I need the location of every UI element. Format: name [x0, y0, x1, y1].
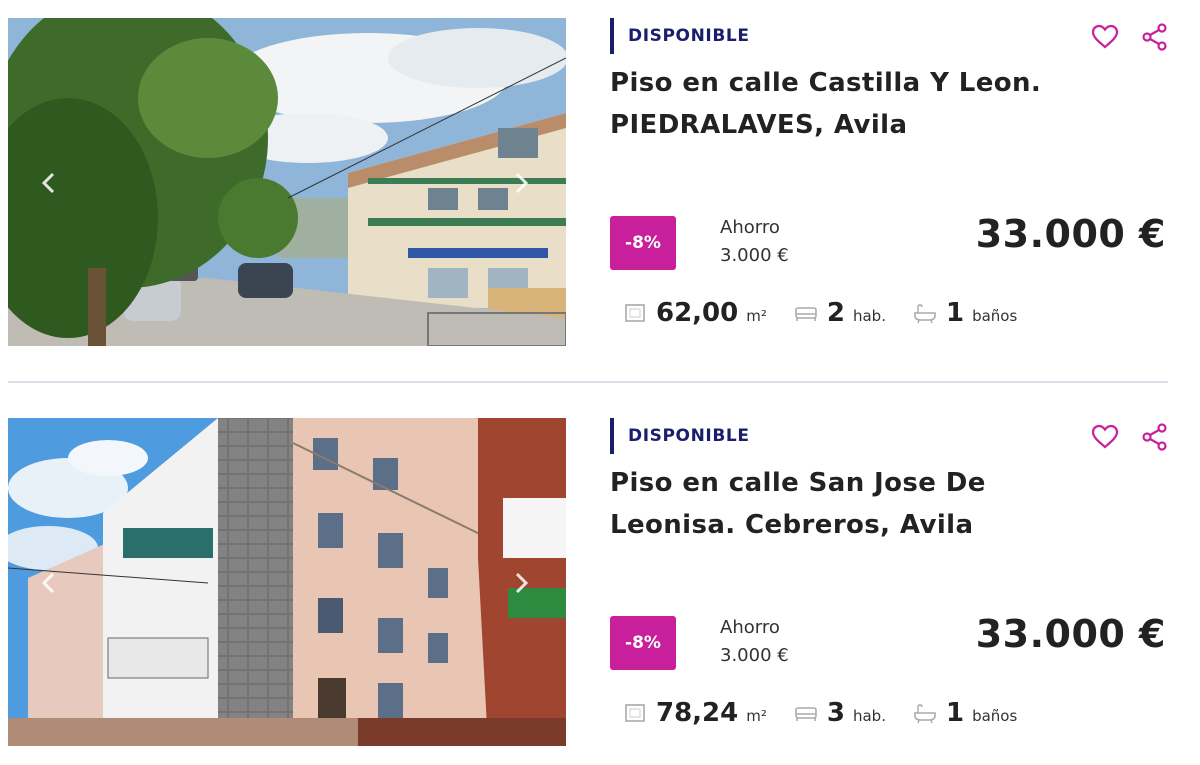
listing-card[interactable]: DISPONIBLE Piso en calle San Jose De Leo… — [0, 412, 1200, 757]
bathtub-icon — [912, 302, 938, 324]
heart-icon[interactable] — [1090, 22, 1120, 52]
card-actions — [1090, 422, 1170, 452]
bed-icon — [793, 302, 819, 324]
savings-value: 3.000 € — [720, 245, 789, 266]
property-photo[interactable] — [8, 418, 566, 746]
discount-badge: -8% — [610, 616, 676, 670]
feature-rooms: 2 hab. — [793, 298, 886, 328]
listing-title-line: PIEDRALAVES, Avila — [610, 110, 908, 140]
feature-area: 62,00 m² — [622, 298, 767, 328]
feature-area: 78,24 m² — [622, 698, 767, 728]
savings-label: Ahorro — [720, 217, 780, 238]
chevron-right-icon[interactable] — [506, 568, 536, 598]
chevron-left-icon[interactable] — [34, 568, 64, 598]
baths-unit: baños — [972, 307, 1018, 325]
baths-value: 1 — [945, 698, 965, 728]
status-badge: DISPONIBLE — [610, 18, 750, 54]
feature-rooms: 3 hab. — [793, 698, 886, 728]
rooms-value: 3 — [826, 698, 845, 728]
property-photo[interactable] — [8, 18, 566, 346]
savings-value: 3.000 € — [720, 645, 789, 666]
listing-title[interactable]: Piso en calle San Jose De Leonisa. Cebre… — [610, 462, 1090, 546]
area-value: 78,24 — [656, 698, 739, 728]
area-unit: m² — [746, 707, 767, 725]
bathtub-icon — [912, 702, 938, 724]
listing-card[interactable]: DISPONIBLE Piso en calle Castilla Y Leon… — [0, 12, 1200, 357]
bed-icon — [793, 702, 819, 724]
price: 33.000 € — [975, 212, 1166, 256]
share-icon[interactable] — [1140, 22, 1170, 52]
area-value: 62,00 — [656, 298, 739, 328]
rooms-unit: hab. — [852, 707, 886, 725]
listing-title-line: Leonisa. Cebreros, Avila — [610, 510, 974, 540]
listing-title-line: Piso en calle Castilla Y Leon. — [610, 68, 1042, 98]
baths-value: 1 — [945, 298, 965, 328]
property-photo-image — [8, 18, 566, 346]
discount-badge: -8% — [610, 216, 676, 270]
features-row: 62,00 m² 2 hab. 1 baños — [622, 298, 1017, 328]
savings-label: Ahorro — [720, 617, 780, 638]
divider — [8, 381, 1168, 383]
chevron-left-icon[interactable] — [34, 168, 64, 198]
price: 33.000 € — [975, 612, 1166, 656]
feature-baths: 1 baños — [912, 298, 1017, 328]
floorplan-icon — [622, 302, 648, 324]
savings-block: Ahorro 3.000 € — [720, 614, 789, 670]
card-actions — [1090, 22, 1170, 52]
status-badge: DISPONIBLE — [610, 418, 750, 454]
chevron-right-icon[interactable] — [506, 168, 536, 198]
feature-baths: 1 baños — [912, 698, 1017, 728]
rooms-unit: hab. — [852, 307, 886, 325]
floorplan-icon — [622, 702, 648, 724]
savings-block: Ahorro 3.000 € — [720, 214, 789, 270]
features-row: 78,24 m² 3 hab. 1 baños — [622, 698, 1017, 728]
listing-title-line: Piso en calle San Jose De — [610, 468, 986, 498]
baths-unit: baños — [972, 707, 1018, 725]
heart-icon[interactable] — [1090, 422, 1120, 452]
share-icon[interactable] — [1140, 422, 1170, 452]
rooms-value: 2 — [826, 298, 845, 328]
listing-title[interactable]: Piso en calle Castilla Y Leon. PIEDRALAV… — [610, 62, 1090, 146]
area-unit: m² — [746, 307, 767, 325]
property-photo-image — [8, 418, 566, 746]
